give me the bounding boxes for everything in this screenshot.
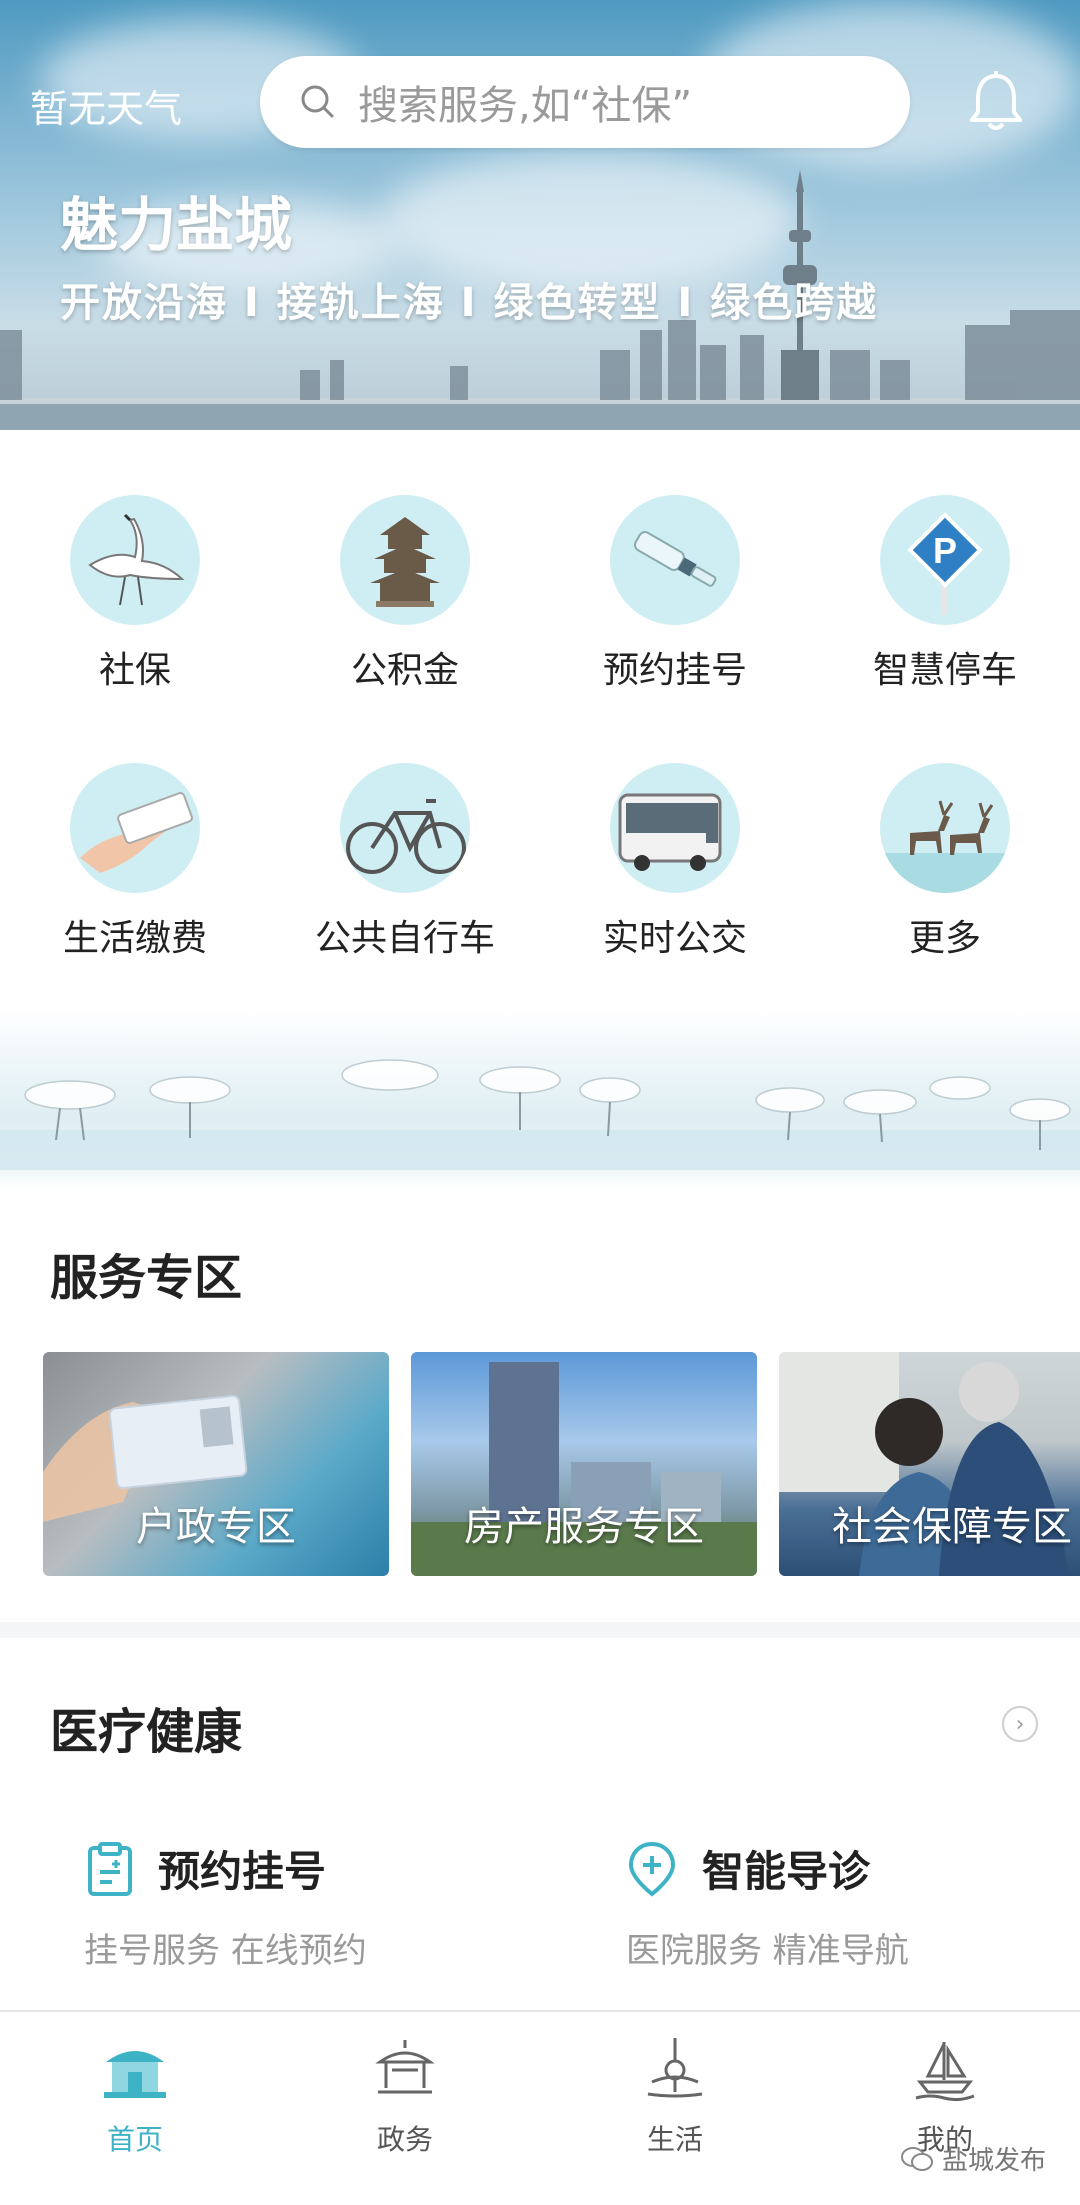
medical-item-subtitle: 医院服务 精准导航 (626, 1931, 909, 1971)
crane-icon (70, 495, 200, 625)
quick-item-label: 公积金 (350, 650, 459, 691)
section-divider (0, 1622, 1080, 1638)
government-hall-icon (375, 2040, 435, 2094)
cranes-decorative-band (0, 1010, 1080, 1190)
parking-sign-icon: P (880, 495, 1010, 625)
wechat-watermark: 盐城发布 (900, 2140, 1046, 2177)
search-bar[interactable]: 搜索服务,如“社保” (260, 56, 910, 148)
quick-item-smart-parking[interactable]: P 智慧停车 (810, 495, 1080, 693)
quick-item-label: 更多 (908, 918, 981, 959)
wechat-icon (901, 2146, 933, 2171)
notification-bell-icon[interactable] (966, 70, 1026, 134)
quick-item-bill-payment[interactable]: 生活缴费 (0, 763, 270, 961)
hero-subtitle: 开放沿海 I 接轨上海 I 绿色转型 I 绿色跨越 (60, 280, 879, 326)
tab-government[interactable]: 政务 (270, 2036, 540, 2158)
quick-item-label: 智慧停车 (872, 650, 1017, 691)
search-placeholder: 搜索服务,如“社保” (358, 83, 693, 129)
tab-label: 首页 (106, 2123, 163, 2156)
quick-item-label: 实时公交 (602, 918, 747, 959)
quick-item-label: 公共自行车 (314, 918, 495, 959)
service-zone-carousel[interactable]: 户政专区 房产服务专区 社会保障专区 (43, 1352, 1080, 1576)
watermark-text: 盐城发布 (942, 2146, 1047, 2176)
service-card-household[interactable]: 户政专区 (43, 1352, 389, 1576)
quick-item-label: 预约挂号 (602, 650, 747, 691)
svg-text:P: P (933, 530, 957, 571)
service-card-label: 社会保障专区 (832, 1504, 1072, 1550)
chevron-right-icon[interactable]: › (1002, 1706, 1038, 1742)
quick-item-realtime-bus[interactable]: 实时公交 (540, 763, 810, 961)
weather-status[interactable]: 暂无天气 (30, 78, 182, 133)
hand-payment-icon (70, 763, 200, 893)
bicycle-icon (340, 763, 470, 893)
deer-icon (880, 763, 1010, 893)
bus-icon (610, 763, 740, 893)
service-zone-title: 服务专区 (50, 1250, 243, 1306)
medical-section-title: 医疗健康 (50, 1704, 243, 1760)
quick-item-social-security[interactable]: 社保 (0, 495, 270, 693)
location-plus-icon (628, 1841, 676, 1897)
sailboat-icon (915, 2042, 975, 2102)
tab-life[interactable]: 生活 (540, 2036, 810, 2158)
tab-home[interactable]: 首页 (0, 2036, 270, 2158)
medical-item-subtitle: 挂号服务 在线预约 (84, 1931, 367, 1971)
service-card-social-security[interactable]: 社会保障专区 (779, 1352, 1080, 1576)
search-icon (301, 85, 334, 118)
medical-item-triage[interactable]: 智能导诊 医院服务 精准导航 (626, 1838, 909, 1972)
quick-item-housing-fund[interactable]: 公积金 (270, 495, 540, 693)
home-temple-icon (104, 2051, 166, 2098)
quick-item-appointment[interactable]: 预约挂号 (540, 495, 810, 693)
medical-item-title: 智能导诊 (702, 1847, 871, 1896)
service-card-label: 房产服务专区 (464, 1504, 704, 1550)
quick-item-label: 社保 (98, 650, 171, 691)
medical-item-appointment[interactable]: 预约挂号 挂号服务 在线预约 (84, 1838, 367, 1972)
service-card-property[interactable]: 房产服务专区 (411, 1352, 757, 1576)
tab-label: 政务 (376, 2123, 433, 2156)
clipboard-plus-icon (88, 1841, 132, 1896)
medicine-vial-icon (610, 495, 740, 625)
quick-item-label: 生活缴费 (62, 918, 207, 959)
tower-icon (647, 2038, 703, 2098)
quick-item-more[interactable]: 更多 (810, 763, 1080, 961)
hero-title: 魅力盐城 (60, 191, 293, 259)
pagoda-icon (340, 495, 470, 625)
tab-label: 生活 (646, 2123, 703, 2156)
service-card-label: 户政专区 (136, 1504, 296, 1550)
medical-item-title: 预约挂号 (158, 1847, 327, 1896)
quick-item-public-bike[interactable]: 公共自行车 (270, 763, 540, 961)
